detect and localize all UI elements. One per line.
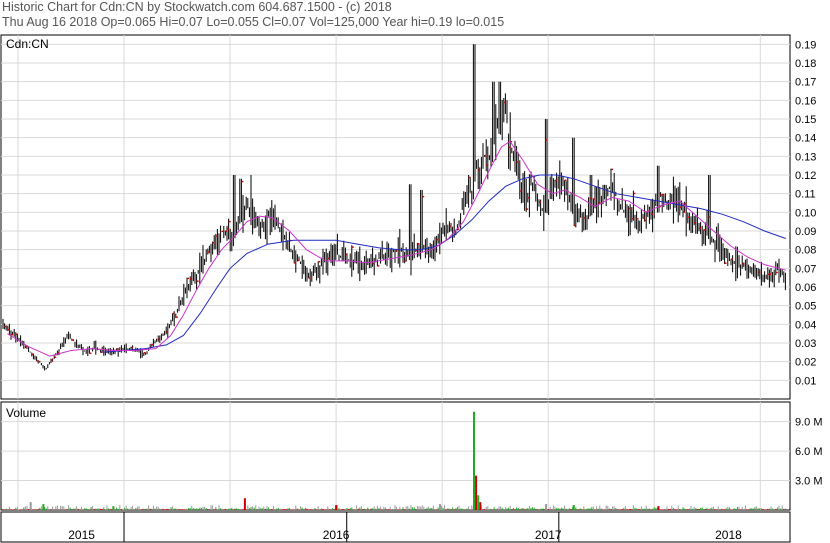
price-tick-label: 0.05 (795, 301, 816, 313)
time-axis: 2015 2016 2017 2018 (0, 511, 791, 543)
price-tick-label: 0.01 (795, 375, 816, 387)
price-tick-label: 0.10 (795, 207, 816, 219)
volume-panel: Volume 3.0 M 6.0 M 9.0 M (0, 401, 823, 511)
price-tick-label: 0.11 (795, 189, 816, 201)
price-tick-label: 0.13 (795, 151, 816, 163)
price-panel-label: Cdn:CN (6, 37, 49, 51)
year-label: 2015 (68, 528, 95, 542)
volume-panel-label: Volume (6, 406, 46, 420)
year-label: 2018 (715, 528, 742, 542)
price-tick-label: 0.18 (795, 58, 816, 70)
price-tick-label: 0.09 (795, 226, 816, 238)
year-label: 2016 (323, 528, 350, 542)
volume-tick-label: 3.0 M (795, 476, 823, 488)
volume-plot-area (0, 401, 791, 511)
price-tick-label: 0.03 (795, 338, 816, 350)
price-plot-area (0, 34, 791, 400)
price-tick-label: 0.15 (795, 114, 816, 126)
time-axis-box (0, 511, 791, 543)
price-tick-label: 0.19 (795, 39, 816, 51)
stock-chart: Cdn:CN 0.010.020.030.040.050.060.070.080… (0, 34, 823, 543)
price-tick-label: 0.04 (795, 319, 816, 331)
price-tick-label: 0.14 (795, 133, 816, 145)
price-axis-labels: 0.01 0.02 0.03 0.04 0.05 0.06 0.07 0.08 0.09 0.10… (795, 39, 816, 387)
price-tick-label: 0.16 (795, 95, 816, 107)
price-tick-label: 0.12 (795, 170, 816, 182)
price-tick-label: 0.07 (795, 263, 816, 275)
year-label: 2017 (535, 528, 562, 542)
volume-axis-labels: 3.0 M 6.0 M 9.0 M (795, 417, 823, 488)
price-panel: Cdn:CN 0.010.020.030.040.050.060.070.080… (0, 34, 816, 400)
price-tick-label: 0.17 (795, 77, 816, 89)
price-tick-label: 0.08 (795, 245, 816, 257)
price-tick-label: 0.06 (795, 282, 816, 294)
volume-tick-label: 9.0 M (795, 417, 823, 429)
volume-tick-label: 6.0 M (795, 446, 823, 458)
price-tick-label: 0.02 (795, 357, 816, 369)
